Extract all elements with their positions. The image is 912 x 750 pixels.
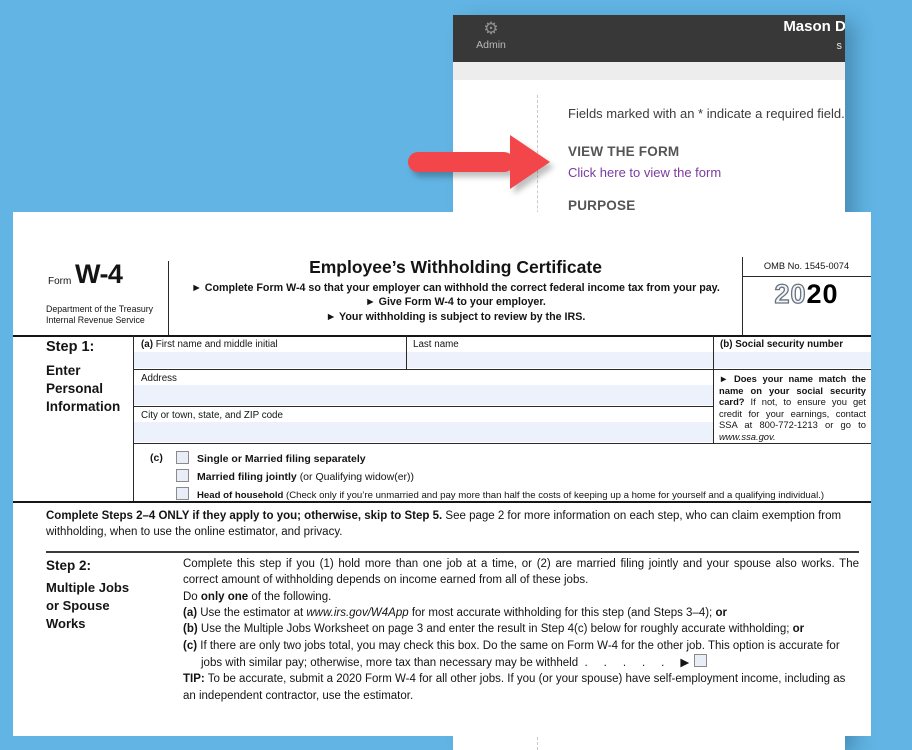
step2-sub-line2: or Spouse [46,597,129,615]
step2-item-a: (a) Use the estimator at www.irs.gov/W4A… [183,605,859,621]
city-bottom-line [133,443,871,444]
ssn-label: (b) Social security number [720,339,843,350]
step2-item-b: (b) Use the Multiple Jobs Worksheet on p… [183,621,859,637]
step2-sub-line1: Multiple Jobs [46,579,129,597]
form-year: 2020 [742,279,871,310]
last-name-label: Last name [413,339,459,350]
section-divider-rule [46,551,859,553]
red-arrow-shaft [408,152,514,172]
top-nav: ⚙ Admin Mason Di s [453,15,845,62]
form-word: Form [48,276,71,287]
year-bold: 20 [807,279,839,309]
step1-label: Step 1: [46,339,94,355]
address-label: Address [141,373,177,384]
step2-label: Step 2: [46,558,91,573]
header-bottom-rule [13,335,871,337]
omb-number: OMB No. 1545-0074 [742,258,871,277]
step1-sublabel: Enter Personal Information [46,362,120,417]
nav-admin-label: Admin [471,39,511,51]
filing-status-label-head: Head of household (Check only if you’re … [197,490,824,501]
step1c-prefix: (c) [150,452,163,464]
form-bullet-1: ► Complete Form W-4 so that your employe… [169,281,742,295]
agency-lines: Department of the Treasury Internal Reve… [46,304,153,327]
form-number: W-4 [75,259,122,290]
filing-status-label-married: Married filing jointly (or Qualifying wi… [197,471,414,483]
form-header-right: OMB No. 1545-0074 2020 [742,258,871,310]
nav-item-admin[interactable]: ⚙ Admin [471,19,511,51]
step2-sub-line3: Works [46,615,129,633]
step1-bottom-rule [13,501,871,503]
subheader-strip [453,62,845,80]
w4-form-preview: Form W-4 Department of the Treasury Inte… [13,212,871,736]
first-name-input[interactable] [134,352,406,368]
required-fields-note: Fields marked with an * indicate a requi… [568,106,845,121]
agency-line1: Department of the Treasury [46,304,153,315]
last-name-input[interactable] [407,352,713,368]
city-label: City or town, state, and ZIP code [141,410,283,421]
step2-item-c: (c) If there are only two jobs total, yo… [183,638,859,672]
filing-status-row-married: Married filing jointly (or Qualifying wi… [176,469,414,483]
user-menu[interactable]: Mason Di [783,18,845,35]
form-title: Employee’s Withholding Certificate [169,257,742,278]
address-bottom-line [133,406,713,407]
checkbox-married-jointly[interactable] [176,469,189,482]
checkbox-two-jobs[interactable] [694,654,707,667]
step2-item-c-text: (c) If there are only two jobs total, yo… [183,640,840,669]
first-name-label: (a) First name and middle initial [141,339,278,350]
user-menu-subtext: s [837,40,843,52]
gear-icon: ⚙ [471,19,511,38]
step2-sublabel: Multiple Jobs or Spouse Works [46,579,129,633]
step1-sub-line2: Personal [46,380,120,398]
filing-status-row-head: Head of household (Check only if you’re … [176,487,824,501]
step1-sub-line3: Information [46,398,120,416]
step2-do-only-one: Do only one of the following. [183,589,859,605]
form-bullet-3: ► Your withholding is subject to review … [169,310,742,324]
steps-2-4-note: Complete Steps 2–4 ONLY if they apply to… [46,508,859,540]
step2-tip: TIP: To be accurate, submit a 2020 Form … [183,671,859,704]
step2-intro: Complete this step if you (1) hold more … [183,556,859,589]
view-the-form-heading: VIEW THE FORM [568,144,679,159]
form-bullet-2: ► Give Form W-4 to your employer. [169,295,742,309]
screen: { "colors":{ "background_blue":"#61b4e3"… [0,0,912,750]
ssa-name-match-note: ► Does your name match the name on your … [719,373,866,442]
checkbox-head-of-household[interactable] [176,487,189,500]
view-form-link[interactable]: Click here to view the form [568,165,721,180]
row1-bottom-line [133,369,871,370]
address-input[interactable] [134,385,713,405]
filing-status-label-single: Single or Married filing separately [197,453,366,465]
city-input[interactable] [134,422,713,442]
filing-status-row-single: Single or Married filing separately [176,451,366,465]
ssn-input[interactable] [714,352,871,368]
year-outline: 20 [774,279,806,309]
form-header-center: Employee’s Withholding Certificate ► Com… [169,257,742,324]
agency-line2: Internal Revenue Service [46,315,153,326]
purpose-heading: PURPOSE [568,198,635,213]
red-arrow-head-icon [510,135,550,189]
step2-body: Complete this step if you (1) hold more … [183,556,859,704]
step1-sub-line1: Enter [46,362,120,380]
checkbox-single[interactable] [176,451,189,464]
